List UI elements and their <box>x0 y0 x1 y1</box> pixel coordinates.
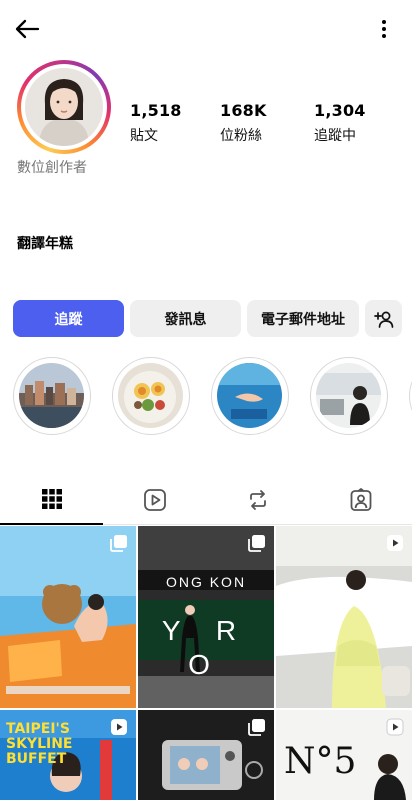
following-count: 1,304 <box>314 101 366 120</box>
more-options-button[interactable] <box>378 16 390 42</box>
highlight-cover <box>217 363 282 428</box>
highlight-item[interactable] <box>13 357 91 435</box>
highlight-item[interactable] <box>310 357 388 435</box>
post-thumbnail <box>0 526 136 708</box>
tab-reels[interactable] <box>103 475 206 525</box>
story-highlights <box>0 357 412 437</box>
post-overlay-text: ONG KON <box>165 574 247 590</box>
following-label: 追蹤中 <box>314 128 356 144</box>
message-button[interactable]: 發訊息 <box>130 300 241 337</box>
posts-stat[interactable]: 1,518 貼文 <box>130 101 182 151</box>
profile-name: 翻譯年糕 <box>17 236 73 252</box>
avatar-story-ring[interactable] <box>17 60 111 154</box>
grid-post[interactable] <box>138 710 274 800</box>
grid-icon <box>41 489 62 509</box>
more-vertical-icon <box>382 20 386 38</box>
add-person-icon <box>373 311 393 328</box>
highlight-cover <box>316 363 381 428</box>
content-tabs <box>0 475 412 525</box>
highlight-cover <box>118 363 183 428</box>
grid-post[interactable]: ONG KON Y R O <box>138 526 274 708</box>
posts-label: 貼文 <box>130 128 158 144</box>
highlight-item[interactable] <box>211 357 289 435</box>
multiple-photos-icon <box>248 719 265 736</box>
followers-count: 168K <box>220 101 267 120</box>
suggested-users-button[interactable] <box>365 300 402 337</box>
grid-post[interactable]: TAIPEI'S SKYLINE BUFFET <box>0 710 136 800</box>
post-thumbnail <box>276 526 412 708</box>
profile-actions: 追蹤 發訊息 電子郵件地址 <box>13 300 403 337</box>
avatar <box>25 68 103 146</box>
profile-stats: 1,518 貼文 168K 位粉絲 1,304 追蹤中 <box>130 101 400 151</box>
grid-post[interactable] <box>0 526 136 708</box>
profile-category: 數位創作者 <box>17 160 87 176</box>
reels-icon <box>143 489 166 511</box>
tagged-icon <box>350 488 371 511</box>
post-overlay-text: N°5 <box>284 741 357 782</box>
follow-button[interactable]: 追蹤 <box>13 300 124 337</box>
email-button[interactable]: 電子郵件地址 <box>247 300 359 337</box>
tab-tagged[interactable] <box>309 475 412 525</box>
tab-posts-grid[interactable] <box>0 475 103 525</box>
followers-label: 位粉絲 <box>220 128 262 144</box>
posts-count: 1,518 <box>130 101 182 120</box>
followers-stat[interactable]: 168K 位粉絲 <box>220 101 267 151</box>
highlight-cover <box>19 363 84 428</box>
top-bar <box>0 0 412 56</box>
multiple-photos-icon <box>248 535 265 552</box>
reel-icon <box>111 719 127 735</box>
grid-post[interactable] <box>276 526 412 708</box>
reel-icon <box>387 535 403 551</box>
tab-reposts[interactable] <box>206 475 309 525</box>
reel-icon <box>386 718 404 736</box>
post-overlay-text: Y R O <box>161 615 251 680</box>
posts-grid: ONG KON Y R O TAIPEI'S SKYLINE BUFFET N°… <box>0 526 412 800</box>
back-arrow-icon <box>15 19 40 39</box>
multiple-photos-icon <box>110 535 127 552</box>
grid-post[interactable]: N°5 <box>276 710 412 800</box>
highlight-item[interactable] <box>112 357 190 435</box>
reposts-icon <box>249 490 266 510</box>
following-stat[interactable]: 1,304 追蹤中 <box>314 101 366 151</box>
back-button[interactable] <box>12 14 42 44</box>
